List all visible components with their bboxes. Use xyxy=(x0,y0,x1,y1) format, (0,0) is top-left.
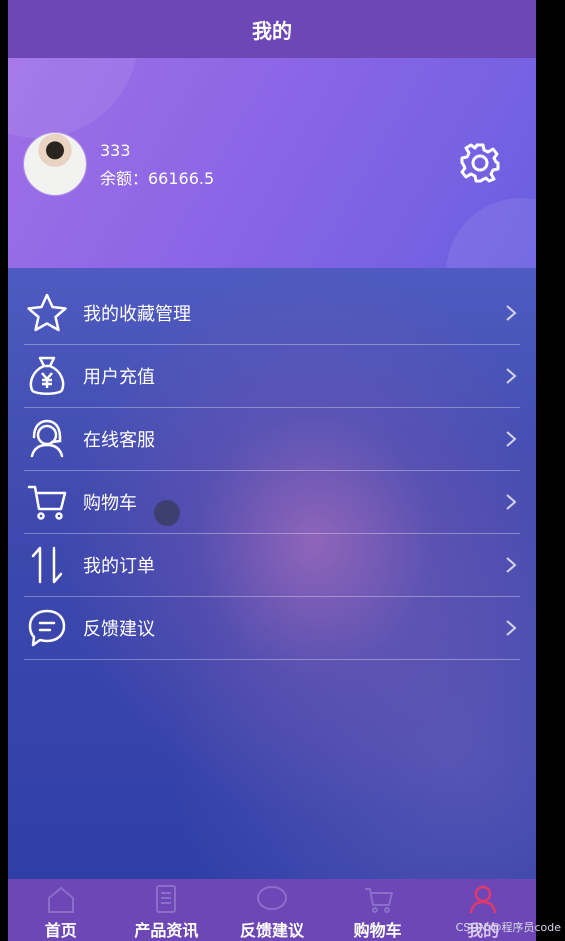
touch-indicator xyxy=(154,500,180,526)
menu-item-label: 我的收藏管理 xyxy=(83,304,191,325)
chat-icon xyxy=(256,886,287,910)
menu-item-label: 用户充值 xyxy=(83,367,155,388)
tab-feedback[interactable]: 反馈建议 xyxy=(219,879,325,941)
money-bag-icon xyxy=(24,353,70,399)
chevron-right-icon xyxy=(506,494,517,510)
menu-item-customer-service[interactable]: 在线客服 xyxy=(24,408,520,471)
gear-icon[interactable] xyxy=(459,142,501,184)
menu-item-label: 我的订单 xyxy=(83,556,155,577)
user-icon xyxy=(469,885,497,914)
menu-list: 我的收藏管理 用户充值 在线客服 购物车 我的订单 反馈建议 xyxy=(24,282,520,660)
balance: 余额：66166.5 xyxy=(100,169,215,188)
sort-arrows-icon xyxy=(24,542,70,588)
decorative-circle xyxy=(8,58,138,138)
home-icon xyxy=(47,886,74,913)
tab-label: 产品资讯 xyxy=(134,921,199,940)
customer-service-icon xyxy=(24,416,70,462)
chevron-right-icon xyxy=(506,620,517,636)
chevron-right-icon xyxy=(506,368,517,384)
menu-item-orders[interactable]: 我的订单 xyxy=(24,534,520,597)
title-bar: 我的 xyxy=(8,0,536,58)
app-frame: 我的 333 余额：66166.5 我的收藏管理 用户充值 在线客服 购物车 我… xyxy=(8,0,536,941)
menu-item-feedback[interactable]: 反馈建议 xyxy=(24,597,520,660)
menu-area: 我的收藏管理 用户充值 在线客服 购物车 我的订单 反馈建议 xyxy=(8,268,536,879)
star-icon xyxy=(24,290,70,336)
avatar[interactable] xyxy=(24,133,86,195)
chevron-right-icon xyxy=(506,305,517,321)
tab-product-news[interactable]: 产品资讯 xyxy=(114,879,220,941)
decorative-circle xyxy=(446,198,536,268)
cart-icon xyxy=(24,479,70,525)
chevron-right-icon xyxy=(506,557,517,573)
menu-item-cart[interactable]: 购物车 xyxy=(24,471,520,534)
document-icon xyxy=(156,885,177,913)
menu-item-favorites[interactable]: 我的收藏管理 xyxy=(24,282,520,345)
menu-item-recharge[interactable]: 用户充值 xyxy=(24,345,520,408)
page-title: 我的 xyxy=(252,18,292,43)
menu-item-label: 购物车 xyxy=(83,493,137,514)
tab-label: 首页 xyxy=(44,921,77,940)
cart-icon xyxy=(364,888,393,913)
tab-label: 反馈建议 xyxy=(239,921,304,940)
tab-home[interactable]: 首页 xyxy=(8,879,114,941)
tab-label: 购物车 xyxy=(353,921,402,940)
tab-cart[interactable]: 购物车 xyxy=(325,879,431,941)
menu-item-label: 在线客服 xyxy=(83,430,155,451)
username: 333 xyxy=(100,141,131,160)
chevron-right-icon xyxy=(506,431,517,447)
profile-header: 333 余额：66166.5 xyxy=(8,58,536,268)
chat-bubble-icon xyxy=(24,605,70,651)
menu-item-label: 反馈建议 xyxy=(83,619,155,640)
watermark: CSDN @程序员code xyxy=(455,921,561,934)
